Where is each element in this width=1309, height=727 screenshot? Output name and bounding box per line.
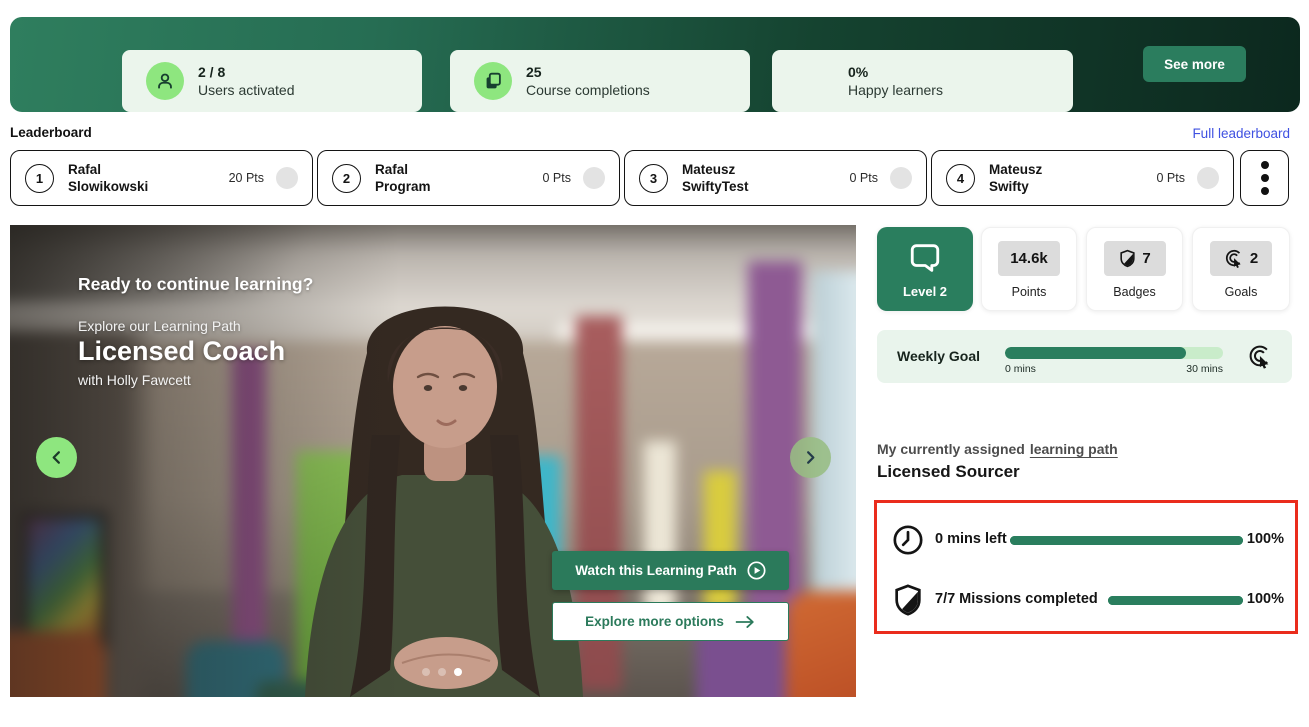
see-more-button[interactable]: See more (1143, 46, 1246, 82)
weekly-goal-label: Weekly Goal (897, 348, 980, 364)
carousel-dot-active[interactable] (454, 668, 462, 676)
leaderboard-name: MateuszSwiftyTest (682, 161, 749, 195)
learning-path-link[interactable]: learning path (1030, 441, 1118, 457)
explore-more-options-button[interactable]: Explore more options (552, 602, 789, 641)
course-completions-label: Course completions (526, 81, 650, 99)
leaderboard-name: MateuszSwifty (989, 161, 1042, 195)
leaderboard-name: RafalProgram (375, 161, 431, 195)
time-progressbar (1010, 536, 1243, 545)
weekly-goal-progressbar (1005, 347, 1223, 359)
missions-progressbar (1108, 596, 1243, 605)
avatar (276, 167, 298, 189)
stat-card-happy-learners: 0% Happy learners (772, 50, 1073, 112)
chevron-right-icon (803, 450, 818, 465)
time-progress-pct: 100% (1247, 531, 1284, 547)
leaderboard-entry-2[interactable]: 2 RafalProgram 0 Pts (317, 150, 620, 206)
assigned-path-name: Licensed Sourcer (877, 462, 1020, 482)
goals-tile[interactable]: 2 Goals (1192, 227, 1290, 311)
watch-learning-path-button[interactable]: Watch this Learning Path (552, 551, 789, 590)
hero-presenter-name: with Holly Fawcett (78, 372, 191, 388)
time-progress-row: 0 mins left 100% (877, 510, 1295, 570)
level-tile[interactable]: Level 2 (877, 227, 973, 311)
course-completions-value: 25 (526, 63, 650, 81)
stat-card-course-completions: 25 Course completions (450, 50, 750, 112)
dashboard-page: 2 / 8 Users activated 25 Course completi… (0, 0, 1309, 727)
leaderboard-title: Leaderboard (10, 125, 92, 140)
leaderboard-entry-4[interactable]: 4 MateuszSwifty 0 Pts (931, 150, 1234, 206)
weekly-goal-progress-fill (1005, 347, 1186, 359)
avatar (583, 167, 605, 189)
missions-progress-row: 7/7 Missions completed 100% (877, 570, 1295, 630)
points-tile[interactable]: 14.6k Points (981, 227, 1077, 311)
badges-value: 7 (1142, 250, 1150, 267)
rank-badge: 1 (25, 164, 54, 193)
hero-kicker: Ready to continue learning? (78, 274, 313, 295)
chevron-left-icon (49, 450, 64, 465)
weekly-goal-card: Weekly Goal 0 mins 30 mins (877, 330, 1292, 383)
carousel-indicators (422, 668, 462, 676)
rank-badge: 3 (639, 164, 668, 193)
chat-bubble-icon (908, 239, 942, 275)
path-progress-highlight-box: 0 mins left 100% 7/7 Missions completed … (874, 500, 1298, 634)
points-text: 0 Pts (1157, 171, 1186, 185)
missions-progress-pct: 100% (1247, 591, 1284, 607)
learning-path-hero: Ready to continue learning? Explore our … (10, 225, 856, 697)
time-left-label: 0 mins left (935, 531, 1007, 547)
missions-completed-label: 7/7 Missions completed (935, 591, 1098, 607)
shield-icon (891, 583, 925, 622)
level-label: Level 2 (903, 284, 947, 299)
leaderboard-name: RafalSlowikowski (68, 161, 148, 195)
carousel-next-button[interactable] (790, 437, 831, 478)
points-label: Points (1012, 285, 1047, 299)
assigned-path-caption: My currently assignedlearning path (877, 441, 1118, 457)
leaderboard-entry-1[interactable]: 1 RafalSlowikowski 20 Pts (10, 150, 313, 206)
stat-card-users-activated: 2 / 8 Users activated (122, 50, 422, 112)
weekly-goal-max: 30 mins (1127, 363, 1223, 375)
stats-banner: 2 / 8 Users activated 25 Course completi… (10, 17, 1300, 112)
hero-title: Licensed Coach (78, 336, 285, 367)
leaderboard-entry-3[interactable]: 3 MateuszSwiftyTest 0 Pts (624, 150, 927, 206)
goal-target-icon (1224, 248, 1245, 269)
happy-learners-label: Happy learners (848, 81, 943, 99)
rank-badge: 2 (332, 164, 361, 193)
kebab-menu-icon (1261, 161, 1269, 169)
users-activated-value: 2 / 8 (198, 63, 294, 81)
goal-target-icon (1247, 343, 1274, 375)
points-value: 14.6k (998, 241, 1060, 276)
hero-subtitle: Explore our Learning Path (78, 318, 241, 334)
carousel-dot[interactable] (438, 668, 446, 676)
user-icon (146, 62, 184, 100)
arrow-right-icon (734, 615, 756, 629)
points-text: 0 Pts (543, 171, 572, 185)
avatar (890, 167, 912, 189)
happy-learners-value: 0% (848, 63, 943, 81)
carousel-prev-button[interactable] (36, 437, 77, 478)
rank-badge: 4 (946, 164, 975, 193)
full-leaderboard-link[interactable]: Full leaderboard (1192, 126, 1290, 141)
play-icon (747, 561, 766, 580)
points-text: 20 Pts (229, 171, 264, 185)
badge-shield-icon (1118, 248, 1137, 269)
goals-value: 2 (1250, 250, 1258, 267)
carousel-dot[interactable] (422, 668, 430, 676)
badges-tile[interactable]: 7 Badges (1086, 227, 1183, 311)
badges-label: Badges (1113, 285, 1155, 299)
goals-label: Goals (1225, 285, 1258, 299)
users-activated-label: Users activated (198, 81, 294, 99)
pages-icon (474, 62, 512, 100)
points-text: 0 Pts (850, 171, 879, 185)
avatar (1197, 167, 1219, 189)
leaderboard-overflow-menu[interactable] (1240, 150, 1289, 206)
weekly-goal-min: 0 mins (1005, 363, 1036, 375)
clock-icon (891, 523, 925, 562)
